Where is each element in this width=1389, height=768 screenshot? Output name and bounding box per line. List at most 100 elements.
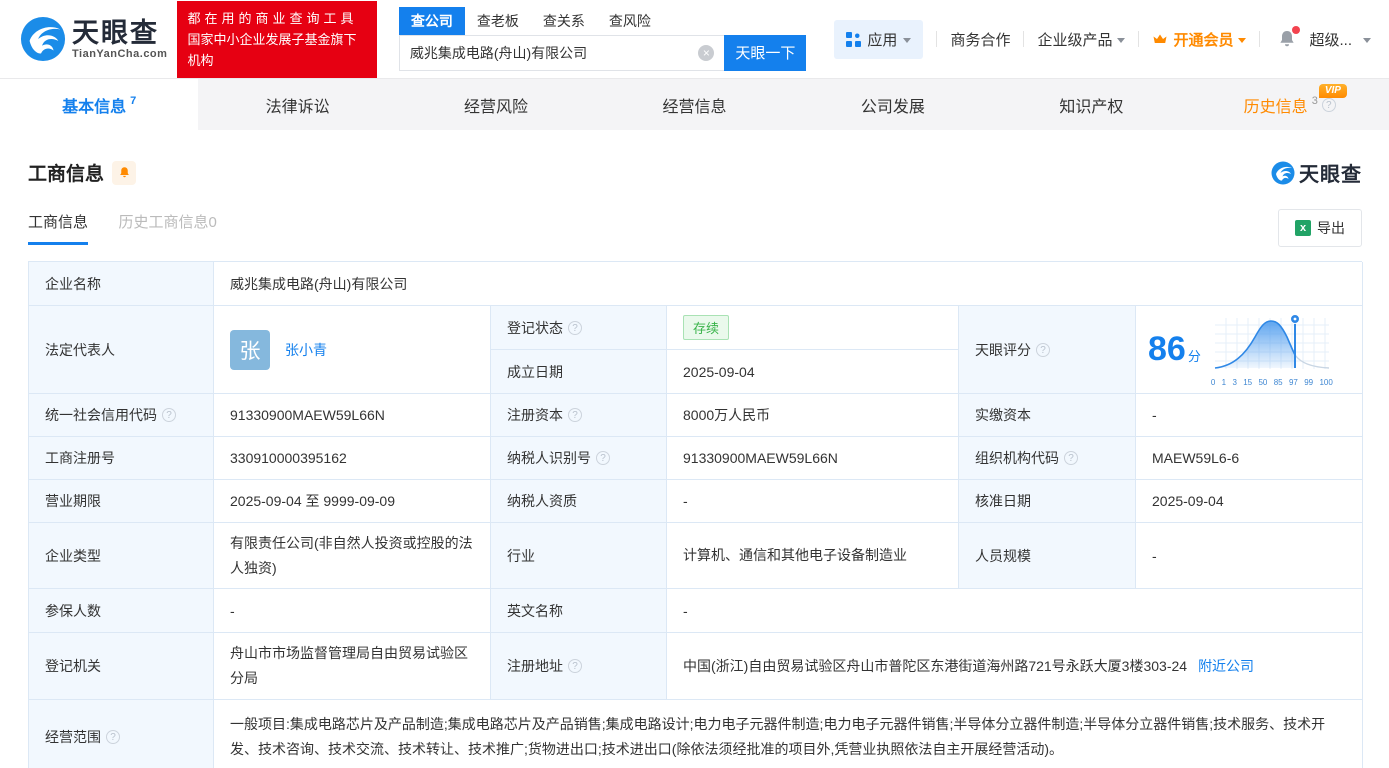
tab-company-development[interactable]: 公司发展 xyxy=(794,79,992,130)
score-unit: 分 xyxy=(1187,349,1201,364)
field-value-company-type: 有限责任公司(非自然人投资或控股的法人独资) xyxy=(214,523,491,589)
business-info-table: 企业名称 威兆集成电路(舟山)有限公司 法定代表人 张 张小青 登记状态 存续 … xyxy=(28,261,1363,768)
field-value-score: 86 分 0 1 3 15 50 85 97 99 100 xyxy=(1136,306,1363,394)
field-label-org-code: 组织机构代码 xyxy=(959,437,1136,480)
subtab-business-info[interactable]: 工商信息 xyxy=(28,211,89,245)
field-label-reg-capital: 注册资本 xyxy=(491,394,667,437)
logo-en: TianYanCha.com xyxy=(72,48,168,60)
clear-icon[interactable] xyxy=(698,44,715,61)
chevron-down-icon xyxy=(1238,37,1247,43)
slogan-banner: 都在用的商业查询工具 国家中小企业发展子基金旗下机构 xyxy=(177,0,377,78)
field-value-legal-rep: 张 张小青 xyxy=(214,306,491,394)
field-value-staff-size: - xyxy=(1136,523,1363,589)
field-label-credit-code: 统一社会信用代码 xyxy=(29,394,214,437)
crown-icon xyxy=(1153,34,1167,43)
nav-open-vip[interactable]: 开通会员 xyxy=(1152,29,1247,50)
field-value-taxpayer-id: 91330900MAEW59L66N xyxy=(667,437,959,480)
field-value-org-code: MAEW59L6-6 xyxy=(1136,437,1363,480)
tab-intellectual-property[interactable]: 知识产权 xyxy=(992,79,1190,130)
search-button[interactable]: 天眼一下 xyxy=(724,34,807,71)
chevron-down-icon xyxy=(1117,37,1126,43)
divider xyxy=(936,31,938,47)
search-input[interactable] xyxy=(399,44,699,61)
tab-history-info[interactable]: VIP 历史信息 3 xyxy=(1191,79,1389,130)
field-label-establish-date: 成立日期 xyxy=(491,350,667,394)
search-area: 查公司 查老板 查关系 查风险 天眼一下 xyxy=(398,6,807,71)
excel-icon xyxy=(1295,220,1311,236)
field-label-business-term: 营业期限 xyxy=(29,480,214,523)
nearby-companies-link[interactable]: 附近公司 xyxy=(1198,654,1254,679)
search-tab-relation[interactable]: 查关系 xyxy=(531,7,597,35)
help-icon[interactable] xyxy=(568,320,582,335)
apps-grid-icon xyxy=(846,31,862,47)
field-value-reg-capital: 8000万人民币 xyxy=(667,394,959,437)
field-label-legal-rep: 法定代表人 xyxy=(29,306,214,394)
score-value: 86 xyxy=(1148,330,1186,368)
logo-cn: 天眼查 xyxy=(72,18,159,48)
divider xyxy=(1138,31,1140,47)
header: 天眼查 TianYanCha.com 都在用的商业查询工具 国家中小企业发展子基… xyxy=(0,0,1389,78)
field-label-english-name: 英文名称 xyxy=(491,589,667,633)
chevron-down-icon xyxy=(903,37,912,43)
divider xyxy=(1023,31,1025,47)
main-content: 工商信息 天眼查 工商信息 历史工商信息0 x 导出 企业名称 威兆集成电路(舟… xyxy=(0,158,1389,768)
field-label-taxpayer-id: 纳税人识别号 xyxy=(491,437,667,480)
help-icon[interactable] xyxy=(1321,97,1336,112)
field-label-reg-number: 工商注册号 xyxy=(29,437,214,480)
field-value-taxpayer-quality: - xyxy=(667,480,959,523)
help-icon[interactable] xyxy=(106,730,120,744)
nav-enterprise-products[interactable]: 企业级产品 xyxy=(1037,29,1126,50)
export-button[interactable]: 导出 xyxy=(1278,209,1362,247)
notification-dot xyxy=(1292,26,1301,34)
search-tab-company[interactable]: 查公司 xyxy=(398,6,465,35)
help-icon[interactable] xyxy=(162,408,176,422)
notification-bell[interactable] xyxy=(1277,26,1301,49)
divider xyxy=(1259,31,1261,47)
help-icon[interactable] xyxy=(596,451,610,465)
tianyancha-logo[interactable]: 天眼查 TianYanCha.com xyxy=(20,16,167,62)
field-value-company-name: 威兆集成电路(舟山)有限公司 xyxy=(214,262,1363,306)
field-value-english-name: - xyxy=(667,589,1363,633)
slogan-line1: 都在用的商业查询工具 xyxy=(187,10,358,26)
apps-menu[interactable]: 应用 xyxy=(834,19,924,59)
avatar[interactable]: 张 xyxy=(230,329,270,370)
subscribe-bell-icon[interactable] xyxy=(112,160,137,185)
legal-rep-link[interactable]: 张小青 xyxy=(285,340,327,360)
tianyancha-logo-icon xyxy=(1271,161,1295,184)
nav-account[interactable]: 超级... xyxy=(1309,29,1371,50)
apps-label: 应用 xyxy=(867,31,898,49)
top-nav: 应用 商务合作 企业级产品 开通会员 超级... xyxy=(834,19,1371,59)
status-badge: 存续 xyxy=(683,315,730,340)
help-icon[interactable] xyxy=(568,408,582,422)
subtab-history-business-info[interactable]: 历史工商信息0 xyxy=(118,211,216,242)
field-value-credit-code: 91330900MAEW59L66N xyxy=(214,394,491,437)
field-label-reg-address: 注册地址 xyxy=(491,633,667,700)
page: 天眼查 TianYanCha.com 都在用的商业查询工具 国家中小企业发展子基… xyxy=(0,0,1389,768)
search-tab-boss[interactable]: 查老板 xyxy=(465,7,531,35)
field-value-business-term: 2025-09-04 至 9999-09-09 xyxy=(214,480,491,523)
chevron-down-icon xyxy=(1363,37,1371,43)
tianyancha-logo-icon xyxy=(20,16,66,62)
nav-cooperation[interactable]: 商务合作 xyxy=(950,29,1010,50)
field-label-industry: 行业 xyxy=(491,523,667,589)
field-label-reg-authority: 登记机关 xyxy=(29,633,214,700)
field-label-company-type: 企业类型 xyxy=(29,523,214,589)
field-label-taxpayer-quality: 纳税人资质 xyxy=(491,480,667,523)
field-label-score: 天眼评分 xyxy=(959,306,1136,394)
tab-basic-info[interactable]: 基本信息 7 xyxy=(0,79,199,130)
help-icon[interactable] xyxy=(1036,342,1050,357)
help-icon[interactable] xyxy=(568,659,582,673)
field-value-establish-date: 2025-09-04 xyxy=(667,350,959,394)
vip-badge: VIP xyxy=(1318,84,1347,98)
field-value-business-scope: 一般项目:集成电路芯片及产品制造;集成电路芯片及产品销售;集成电路设计;电力电子… xyxy=(214,700,1363,768)
score-chart: 0 1 3 15 50 85 97 99 100 xyxy=(1211,312,1333,387)
field-value-industry: 计算机、通信和其他电子设备制造业 xyxy=(667,523,959,589)
field-label-approval-date: 核准日期 xyxy=(959,480,1136,523)
tab-legal-proceedings[interactable]: 法律诉讼 xyxy=(198,79,396,130)
field-value-approval-date: 2025-09-04 xyxy=(1136,480,1363,523)
tab-operating-risk[interactable]: 经营风险 xyxy=(397,79,595,130)
field-value-insured-count: - xyxy=(214,589,491,633)
search-tab-risk[interactable]: 查风险 xyxy=(597,7,663,35)
tab-operating-info[interactable]: 经营信息 xyxy=(595,79,793,130)
help-icon[interactable] xyxy=(1064,451,1078,465)
